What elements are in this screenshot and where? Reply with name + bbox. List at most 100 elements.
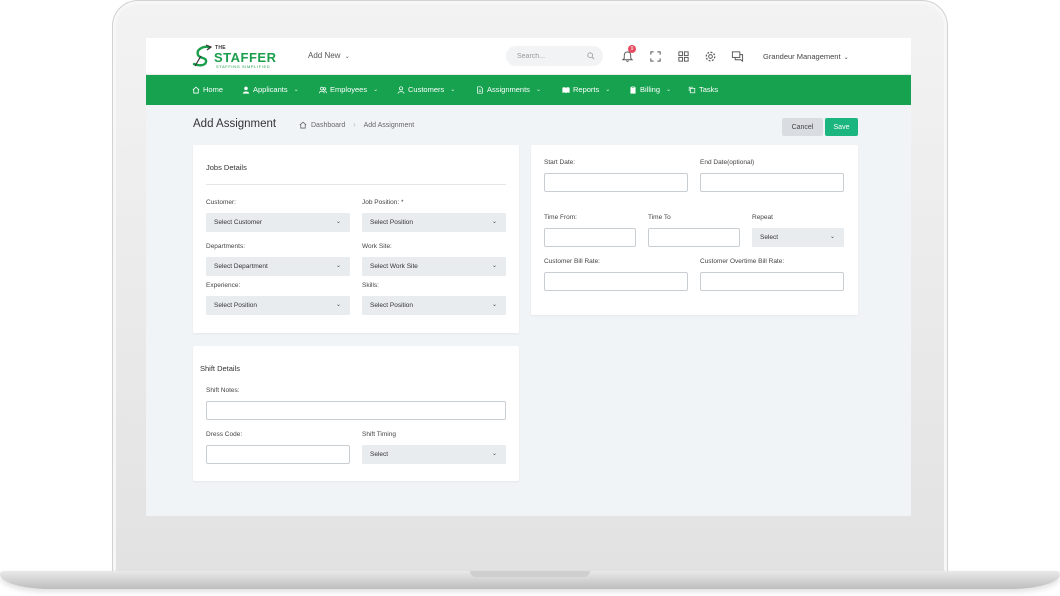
save-button[interactable]: Save xyxy=(825,118,858,136)
time-from-label: Time From: xyxy=(544,214,577,221)
customer-select[interactable]: Select Customer ⌄ xyxy=(206,213,350,232)
fullscreen-icon[interactable] xyxy=(649,50,662,63)
cancel-button[interactable]: Cancel xyxy=(782,118,823,136)
jobs-details-card: Jobs Details Customer: Select Customer ⌄… xyxy=(193,145,519,333)
nav-applicants[interactable]: Applicants ⌄ xyxy=(242,75,299,105)
chevron-down-icon: ⌄ xyxy=(450,87,456,93)
user-name: Grandeur Management xyxy=(763,52,841,61)
chevron-down-icon: ⌄ xyxy=(666,87,672,93)
notification-badge: 9 xyxy=(628,45,636,53)
dress-code-label: Dress Code: xyxy=(206,431,243,438)
main-nav: Home Applicants ⌄ Employees ⌄ Customers … xyxy=(146,75,911,105)
apps-grid-icon[interactable] xyxy=(677,50,690,63)
nav-billing-label: Billing xyxy=(640,85,661,94)
chat-icon[interactable] xyxy=(731,50,744,63)
breadcrumb-current: Add Assignment xyxy=(363,121,415,129)
overtime-rate-input[interactable] xyxy=(700,272,844,291)
shift-details-title: Shift Details xyxy=(200,364,241,373)
repeat-select[interactable]: Select ⌄ xyxy=(752,228,844,247)
chevron-down-icon: ⌄ xyxy=(491,451,497,457)
chevron-down-icon: ⌄ xyxy=(491,302,497,308)
logo[interactable]: THE STAFFER STAFFING SIMPLIFIED xyxy=(192,43,282,70)
chevron-down-icon: ⌄ xyxy=(293,87,299,93)
experience-select[interactable]: Select Position ⌄ xyxy=(206,296,350,315)
shift-timing-label: Shift Timing xyxy=(362,431,396,438)
nav-assignments[interactable]: Assignments ⌄ xyxy=(476,75,541,105)
breadcrumb-separator: › xyxy=(353,121,356,129)
dress-code-input[interactable] xyxy=(206,445,350,464)
breadcrumb-dashboard[interactable]: Dashboard xyxy=(311,122,345,129)
skills-label: Skills: xyxy=(362,282,379,289)
chevron-down-icon: ⌄ xyxy=(344,54,350,60)
user-icon xyxy=(242,86,250,94)
document-icon xyxy=(477,86,483,94)
shift-notes-input[interactable] xyxy=(206,401,506,420)
user-menu[interactable]: Grandeur Management ⌄ xyxy=(763,52,849,61)
repeat-label: Repeat xyxy=(752,214,773,221)
shift-notes-label: Shift Notes: xyxy=(206,387,240,394)
repeat-select-value: Select xyxy=(760,234,779,241)
start-date-label: Start Date: xyxy=(544,159,576,166)
top-bar: THE STAFFER STAFFING SIMPLIFIED Add New … xyxy=(146,38,911,75)
nav-tasks[interactable]: Tasks xyxy=(688,75,718,105)
bill-rate-input[interactable] xyxy=(544,272,688,291)
bill-rate-label: Customer Bill Rate: xyxy=(544,258,600,265)
experience-label: Experience: xyxy=(206,282,241,289)
time-from-input[interactable] xyxy=(544,228,636,247)
start-date-input[interactable] xyxy=(544,173,688,192)
nav-applicants-label: Applicants xyxy=(253,85,288,94)
nav-customers[interactable]: Customers ⌄ xyxy=(397,75,455,105)
home-icon xyxy=(192,86,200,94)
time-to-input[interactable] xyxy=(648,228,740,247)
chevron-down-icon: ⌄ xyxy=(335,302,341,308)
book-icon xyxy=(562,87,570,94)
clipboard-icon xyxy=(630,86,636,94)
customer-select-value: Select Customer xyxy=(214,219,263,226)
chevron-down-icon: ⌄ xyxy=(335,263,341,269)
jobs-details-title: Jobs Details xyxy=(206,163,247,172)
user-outline-icon xyxy=(397,86,405,94)
shift-details-card: Shift Details Shift Notes: Dress Code: S… xyxy=(193,346,519,481)
app-screen: THE STAFFER STAFFING SIMPLIFIED Add New … xyxy=(146,38,911,516)
nav-reports[interactable]: Reports ⌄ xyxy=(562,75,610,105)
end-date-input[interactable] xyxy=(700,173,844,192)
chevron-down-icon: ⌄ xyxy=(843,55,849,61)
chevron-down-icon: ⌄ xyxy=(829,234,835,240)
nav-billing[interactable]: Billing ⌄ xyxy=(629,75,671,105)
chevron-down-icon: ⌄ xyxy=(491,263,497,269)
experience-select-value: Select Position xyxy=(214,302,257,309)
end-date-label: End Date(optional) xyxy=(700,159,755,166)
nav-employees-label: Employees xyxy=(330,85,368,94)
gear-icon[interactable] xyxy=(704,50,717,63)
departments-select-value: Select Department xyxy=(214,263,268,270)
search-icon[interactable] xyxy=(587,52,595,60)
divider xyxy=(206,184,506,185)
shift-timing-select[interactable]: Select ⌄ xyxy=(362,445,506,464)
nav-home[interactable]: Home xyxy=(192,75,223,105)
skills-select[interactable]: Select Position ⌄ xyxy=(362,296,506,315)
add-new-label: Add New xyxy=(308,51,341,60)
chevron-down-icon: ⌄ xyxy=(491,219,497,225)
skills-select-value: Select Position xyxy=(370,302,413,309)
work-site-select[interactable]: Select Work Site ⌄ xyxy=(362,257,506,276)
work-site-label: Work Site: xyxy=(362,243,392,250)
time-to-label: Time To xyxy=(648,214,671,221)
nav-reports-label: Reports xyxy=(573,85,600,94)
chevron-down-icon: ⌄ xyxy=(373,87,379,93)
departments-select[interactable]: Select Department ⌄ xyxy=(206,257,350,276)
logo-mark-icon xyxy=(192,44,213,67)
work-site-select-value: Select Work Site xyxy=(370,263,418,270)
add-new-dropdown[interactable]: Add New ⌄ xyxy=(308,51,350,60)
breadcrumb: Dashboard › Add Assignment xyxy=(299,121,414,129)
customer-label: Customer: xyxy=(206,199,236,206)
job-position-label: Job Position: * xyxy=(362,199,404,206)
overtime-rate-label: Customer Overtime Bill Rate: xyxy=(700,258,785,265)
nav-employees[interactable]: Employees ⌄ xyxy=(319,75,378,105)
job-position-select[interactable]: Select Position ⌄ xyxy=(362,213,506,232)
departments-label: Departments: xyxy=(206,243,246,250)
laptop-notch xyxy=(470,571,590,577)
search-input[interactable] xyxy=(506,46,586,66)
schedule-card: Start Date: End Date(optional) Time From… xyxy=(531,145,858,315)
page-title: Add Assignment xyxy=(193,118,277,130)
job-position-select-value: Select Position xyxy=(370,219,413,226)
